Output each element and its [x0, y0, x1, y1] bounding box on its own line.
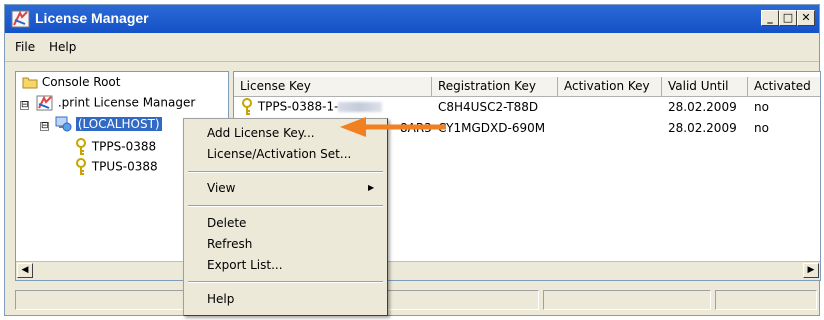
menu-separator: [188, 281, 383, 283]
key-icon: [242, 98, 252, 115]
collapse-toggle-host[interactable]: ⊟: [40, 122, 49, 131]
arrow-annotation: [340, 117, 446, 137]
scroll-left-button[interactable]: ◀: [17, 263, 33, 278]
activated-cell: no: [754, 100, 769, 114]
tree-item-localhost[interactable]: (LOCALHOST): [54, 116, 162, 132]
maximize-button[interactable]: □: [779, 10, 797, 26]
menu-separator: [188, 171, 383, 173]
column-header-license-key[interactable]: License Key: [234, 77, 432, 97]
minimize-button[interactable]: _: [761, 10, 779, 26]
menu-help[interactable]: Help: [49, 40, 76, 54]
key-icon: [76, 138, 86, 155]
menu-item-refresh[interactable]: Refresh: [207, 237, 252, 251]
menu-item-view[interactable]: View: [207, 181, 235, 195]
app-icon: [11, 10, 30, 28]
tree-label-license-1: TPPS-0388: [91, 139, 157, 154]
menu-item-help[interactable]: Help: [207, 292, 234, 306]
activated-cell: no: [754, 121, 769, 135]
column-header-activation-key[interactable]: Activation Key: [558, 77, 662, 97]
menu-item-delete[interactable]: Delete: [207, 216, 246, 230]
valid-until-cell: 28.02.2009: [668, 121, 737, 135]
tree-item-console-root[interactable]: Console Root: [22, 75, 120, 89]
menu-file[interactable]: File: [15, 40, 35, 54]
status-panel-3: [715, 290, 817, 310]
registration-key-cell: CY1MGDXD-690M: [438, 121, 546, 135]
menu-item-license-activation-set[interactable]: License/Activation Set...: [207, 147, 351, 161]
menu-separator: [188, 205, 383, 207]
key-icon: [76, 158, 86, 175]
redacted-area: [338, 102, 383, 112]
license-manager-icon: [36, 95, 53, 111]
status-panel-2: [543, 290, 711, 310]
tree-label-console-root: Console Root: [41, 75, 121, 89]
folder-icon: [22, 77, 38, 89]
title-bar[interactable]: License Manager _ □ ✕: [5, 5, 819, 33]
license-key-cell: TPPS-0388-1-: [240, 98, 383, 116]
status-bar: [15, 290, 817, 310]
valid-until-cell: 28.02.2009: [668, 100, 737, 114]
license-key-text: TPPS-0388-1-: [257, 99, 339, 114]
context-menu: Add License Key... License/Activation Se…: [183, 118, 388, 316]
license-manager-window: License Manager _ □ ✕ File Help Console …: [4, 4, 821, 316]
submenu-arrow-icon: ▶: [368, 183, 375, 192]
column-header-activated[interactable]: Activated: [748, 77, 820, 97]
collapse-toggle-manager[interactable]: ⊟: [20, 101, 29, 110]
close-button[interactable]: ✕: [797, 10, 815, 26]
tree-label-license-manager: .print License Manager: [57, 95, 196, 110]
menu-item-add-license-key[interactable]: Add License Key...: [207, 126, 315, 140]
scroll-right-button[interactable]: ▶: [803, 263, 819, 278]
tree-label-localhost: (LOCALHOST): [75, 116, 162, 131]
computer-icon: [55, 116, 72, 132]
menu-bar: File Help: [5, 33, 819, 62]
tree-item-license-1[interactable]: TPPS-0388: [74, 138, 156, 156]
column-header-registration-key[interactable]: Registration Key: [432, 77, 558, 97]
tree-item-license-manager[interactable]: .print License Manager: [36, 95, 195, 111]
window-title: License Manager: [35, 10, 149, 26]
tree-item-license-2[interactable]: TPUS-0388: [74, 158, 158, 176]
column-header-valid-until[interactable]: Valid Until: [662, 77, 748, 97]
registration-key-cell: C8H4USC2-T88D: [438, 100, 539, 114]
menu-item-export-list[interactable]: Export List...: [207, 258, 283, 272]
tree-label-license-2: TPUS-0388: [91, 159, 158, 174]
